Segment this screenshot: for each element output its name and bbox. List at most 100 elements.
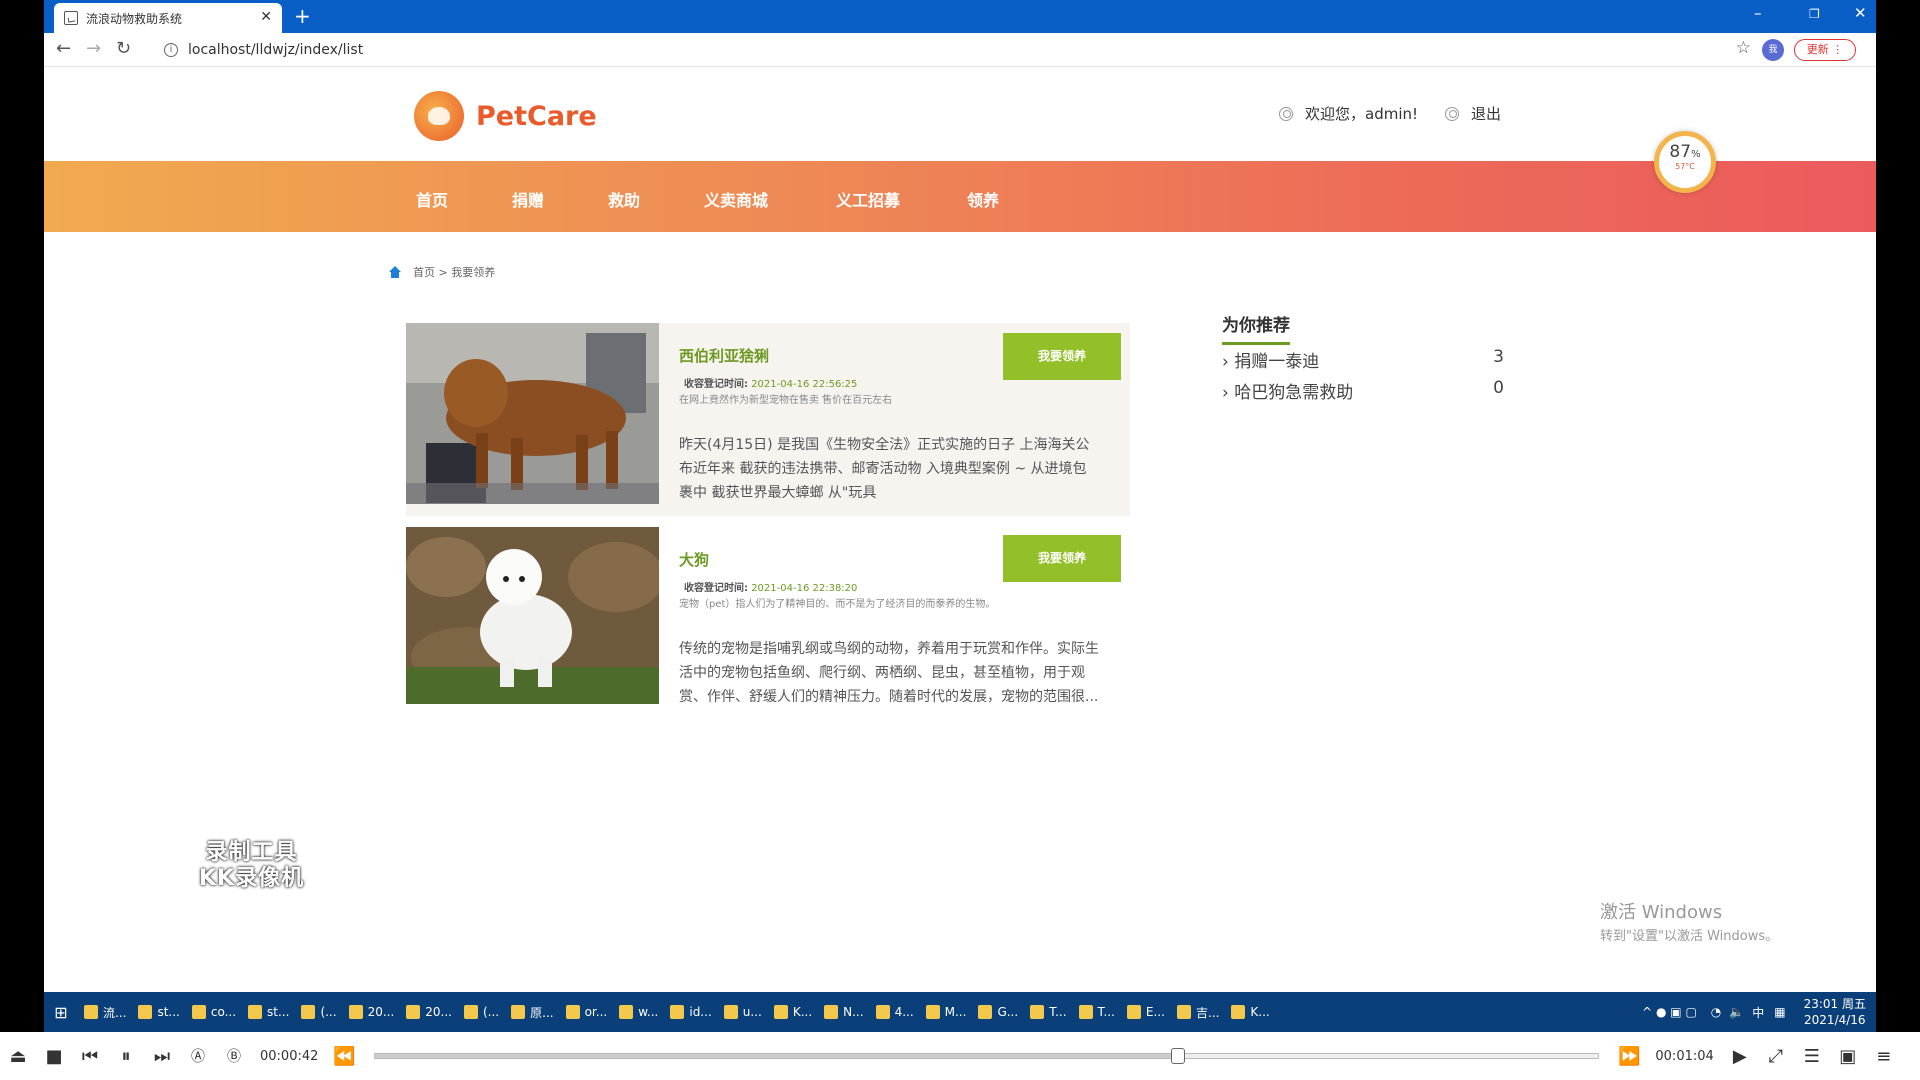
windows-start-icon[interactable]: ⊞ xyxy=(44,992,78,1032)
pet-name[interactable]: 大狗 xyxy=(679,549,709,570)
ab-point-a-icon[interactable]: Ⓐ xyxy=(180,1046,216,1066)
adopt-button[interactable]: 我要领养 xyxy=(1003,333,1121,380)
restore-icon[interactable]: ❐ xyxy=(1809,7,1820,21)
taskbar-app[interactable]: M... xyxy=(920,992,973,1032)
fast-forward-icon[interactable]: ⏩ xyxy=(1611,1046,1647,1067)
taskbar-app[interactable]: 流... xyxy=(78,992,132,1032)
tray-icons[interactable]: ^ ● ▣ ▢ xyxy=(1642,1005,1697,1019)
next-frame-icon[interactable]: ⏭ xyxy=(144,1046,180,1067)
gauge-temp: 57°C xyxy=(1675,162,1695,171)
taskbar-app[interactable]: u... xyxy=(718,992,768,1032)
nav-home[interactable]: 首页 xyxy=(416,187,448,211)
nav-charity-shop[interactable]: 义卖商城 xyxy=(704,187,768,211)
taskbar-app[interactable]: K... xyxy=(768,992,818,1032)
minimize-icon[interactable]: – xyxy=(1754,4,1762,22)
taskbar-app[interactable]: st... xyxy=(132,992,185,1032)
profile-avatar[interactable]: 我 xyxy=(1762,39,1784,61)
previous-icon[interactable]: ⏮ xyxy=(72,1046,108,1067)
close-window-icon[interactable]: ✕ xyxy=(1854,4,1867,22)
playlist-icon[interactable]: ≡ xyxy=(1866,1046,1902,1067)
taskbar-clock[interactable]: 23:01 周五 2021/4/16 xyxy=(1804,996,1866,1028)
close-tab-icon[interactable]: ✕ xyxy=(260,9,272,25)
site-logo[interactable]: PetCare xyxy=(414,91,597,141)
welcome-user: 欢迎您，admin! xyxy=(1279,103,1418,124)
reload-icon[interactable]: ↻ xyxy=(116,38,131,59)
nav-volunteer[interactable]: 义工招募 xyxy=(836,187,900,211)
taskbar-app[interactable]: st... xyxy=(242,992,295,1032)
play-icon[interactable]: ▶ xyxy=(1722,1046,1758,1067)
gauge-unit: % xyxy=(1691,149,1701,160)
new-tab-icon[interactable]: + xyxy=(294,4,311,28)
pause-icon[interactable]: ⏸ xyxy=(108,1046,144,1067)
taskbar-app[interactable]: 原... xyxy=(505,992,559,1032)
fullscreen-icon[interactable]: ⤢ xyxy=(1758,1046,1794,1067)
taskbar-app[interactable]: E... xyxy=(1121,992,1171,1032)
taskbar-app[interactable]: w... xyxy=(613,992,664,1032)
nav-donate[interactable]: 捐赠 xyxy=(512,187,544,211)
app-icon xyxy=(925,1005,940,1019)
address-bar: ← → ↻ i localhost/lldwjz/index/list ☆ 我 … xyxy=(44,33,1876,67)
chevron-right-icon: › xyxy=(1222,383,1229,403)
taskbar-app-label: u... xyxy=(742,1005,762,1019)
seek-bar[interactable] xyxy=(374,1048,1600,1064)
settings-icon[interactable]: ☰ xyxy=(1794,1046,1830,1067)
taskbar-app[interactable]: 4... xyxy=(870,992,920,1032)
recommend-item[interactable]: › 哈巴狗急需救助 0 xyxy=(1222,378,1504,403)
eject-icon[interactable]: ⏏ xyxy=(0,1046,36,1067)
screenshot-icon[interactable]: ▣ xyxy=(1830,1046,1866,1067)
taskbar-app[interactable]: 20... xyxy=(400,992,458,1032)
windows-taskbar: ⊞ 流... st... co... st... (... 20... 20... (... 原… xyxy=(44,992,1876,1032)
taskbar-app-label: K... xyxy=(1250,1005,1270,1019)
app-icon xyxy=(511,1005,526,1019)
network-icon[interactable]: ◔ xyxy=(1711,1005,1721,1019)
keyboard-icon[interactable]: ▦ xyxy=(1774,1005,1785,1019)
tab-bar: 流浪动物救助系统 ✕ + – ❐ ✕ xyxy=(44,0,1876,33)
update-button[interactable]: 更新 ⋮ xyxy=(1794,39,1856,61)
taskbar-app-label: (... xyxy=(483,1005,500,1019)
taskbar-app[interactable]: T... xyxy=(1073,992,1121,1032)
taskbar-app[interactable]: co... xyxy=(186,992,242,1032)
site-info-icon[interactable]: i xyxy=(164,43,178,57)
app-icon xyxy=(1030,1005,1045,1019)
url-field[interactable]: i localhost/lldwjz/index/list xyxy=(164,39,1764,61)
back-icon[interactable]: ← xyxy=(56,38,71,59)
rewind-icon[interactable]: ⏪ xyxy=(326,1046,362,1067)
windows-activation-notice: 激活 Windows 转到"设置"以激活 Windows。 xyxy=(1600,902,1779,944)
taskbar-app[interactable]: N... xyxy=(818,992,869,1032)
cpu-gauge-widget[interactable]: 87% 57°C xyxy=(1654,131,1716,193)
home-icon[interactable] xyxy=(389,266,401,278)
ime-indicator[interactable]: 中 xyxy=(1752,1004,1764,1021)
stop-icon[interactable]: ■ xyxy=(36,1046,72,1067)
logout-link[interactable]: 退出 xyxy=(1445,103,1501,124)
taskbar-app[interactable]: T... xyxy=(1024,992,1072,1032)
pet-photo[interactable] xyxy=(406,323,659,504)
nav-rescue[interactable]: 救助 xyxy=(608,187,640,211)
nav-adopt[interactable]: 领养 xyxy=(967,187,999,211)
forward-icon[interactable]: → xyxy=(86,38,101,59)
recommend-item[interactable]: › 捐赠一泰迪 3 xyxy=(1222,347,1504,372)
taskbar-app[interactable]: G... xyxy=(972,992,1024,1032)
adopt-button[interactable]: 我要领养 xyxy=(1003,535,1121,582)
volume-icon[interactable]: 🔈 xyxy=(1729,1005,1744,1019)
page-content: PetCare 欢迎您，admin! 退出 首页 捐赠 救助 义卖商城 义工招募… xyxy=(44,67,1876,992)
breadcrumb: 首页 > 我要领养 xyxy=(389,264,495,280)
recommend-count: 3 xyxy=(1493,347,1504,367)
app-icon xyxy=(824,1005,839,1019)
taskbar-app[interactable]: 20... xyxy=(343,992,401,1032)
app-icon xyxy=(1231,1005,1246,1019)
taskbar-app[interactable]: (... xyxy=(295,992,342,1032)
taskbar-app[interactable]: id... xyxy=(664,992,717,1032)
taskbar-app-label: st... xyxy=(157,1005,180,1019)
browser-tab[interactable]: 流浪动物救助系统 ✕ xyxy=(54,3,282,33)
taskbar-app[interactable]: or... xyxy=(560,992,614,1032)
bookmark-star-icon[interactable]: ☆ xyxy=(1736,38,1751,58)
pet-name[interactable]: 西伯利亚猞猁 xyxy=(679,345,769,366)
tab-title: 流浪动物救助系统 xyxy=(86,11,183,26)
pet-photo[interactable] xyxy=(406,527,659,704)
taskbar-app[interactable]: K... xyxy=(1225,992,1275,1032)
seek-thumb[interactable] xyxy=(1170,1048,1185,1064)
taskbar-app[interactable]: (... xyxy=(458,992,505,1032)
taskbar-app[interactable]: 吉... xyxy=(1171,992,1225,1032)
main-nav: 首页 捐赠 救助 义卖商城 义工招募 领养 xyxy=(44,161,1876,232)
ab-point-b-icon[interactable]: Ⓑ xyxy=(216,1046,252,1066)
